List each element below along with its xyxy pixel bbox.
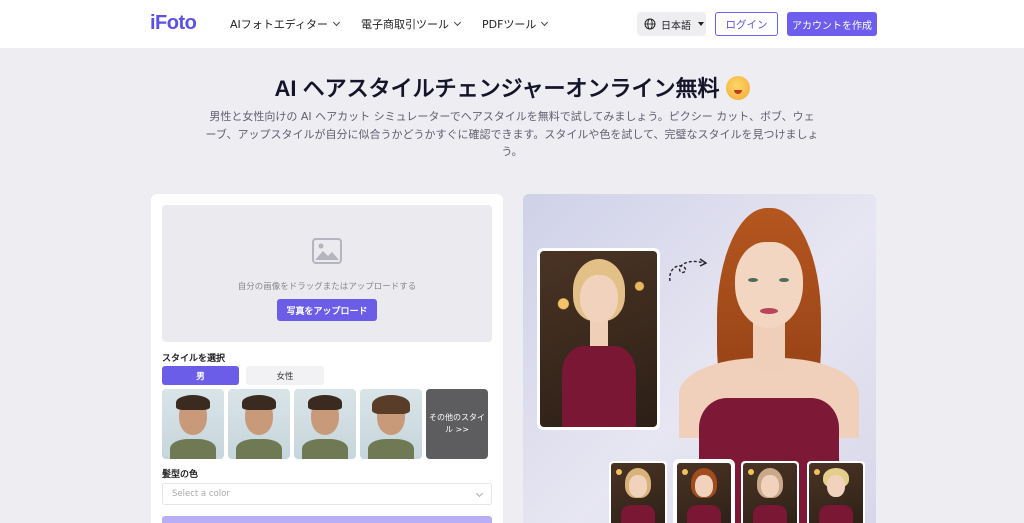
thumb-body [368,439,414,459]
language-label: 日本語 [661,20,691,32]
photo-face [580,275,618,323]
page-title: AI ヘアスタイルチェンジャーオンライン無料 [0,71,1024,103]
nav-ecommerce-tools[interactable]: 電子商取引ツール [361,16,462,32]
result-thumbnail[interactable] [609,461,667,523]
before-photo-image [540,251,657,427]
photo-face [761,475,779,497]
more-styles-button[interactable]: その他のスタイル >> [426,389,488,459]
color-select-placeholder: Select a color [172,489,230,499]
photo-face [735,242,803,328]
bokeh-light [748,469,754,475]
upload-photo-button[interactable]: 写真をアップロード [277,299,377,321]
globe-icon [644,18,656,30]
page-title-text: AI ヘアスタイルチェンジャーオンライン無料 [274,76,720,101]
photo-dress [687,505,721,523]
photo-face [827,475,845,497]
hairstyle-option[interactable] [228,389,290,459]
nav-item-label: AIフォトエディター [230,18,328,31]
photo-face [629,475,647,497]
tab-male[interactable]: 男 [162,366,239,385]
nav-ai-photo-editor[interactable]: AIフォトエディター [230,16,341,32]
nav-item-label: 電子商取引ツール [361,18,449,31]
bokeh-light [814,469,820,475]
photo-lips [760,308,778,314]
thumb-body [302,439,348,459]
editor-card: 自分の画像をドラッグまたはアップロードする 写真をアップロード スタイルを選択 … [151,194,503,523]
thumb-hair [176,395,210,410]
before-photo [537,248,660,430]
thumb-hair [308,395,342,410]
chevron-down-icon [453,18,462,27]
hair-color-label: 髪型の色 [162,470,199,480]
nav-pdf-tools[interactable]: PDFツール [482,16,549,32]
chevron-down-icon [332,18,341,27]
photo-face [695,475,713,497]
nav-item-label: PDFツール [482,18,537,31]
create-account-button[interactable]: アカウントを作成 [787,12,877,36]
photo-dress [819,505,853,523]
result-image [611,463,665,523]
photo-eye [779,278,789,282]
top-header: iFoto AIフォトエディター 電子商取引ツール PDFツール 日本語 ログイ… [0,0,1024,48]
result-image [677,463,731,523]
result-thumbnail-selected[interactable] [673,459,735,523]
language-selector[interactable]: 日本語 [637,12,706,36]
photo-dress [753,505,787,523]
image-icon [312,238,342,264]
thumb-hair [372,395,410,414]
chevron-down-icon [541,18,549,27]
upload-dropzone[interactable]: 自分の画像をドラッグまたはアップロードする 写真をアップロード [162,205,492,342]
hair-color-select[interactable]: Select a color [162,483,492,505]
hairstyle-option[interactable] [162,389,224,459]
generate-button[interactable] [162,516,492,523]
bokeh-light [682,469,688,475]
photo-dress [621,505,655,523]
result-thumbnail[interactable] [807,461,865,523]
login-button[interactable]: ログイン [715,12,778,36]
thumb-hair [242,395,276,410]
party-face-emoji-icon [725,76,750,100]
photo-dress [562,346,636,427]
hairstyle-option[interactable] [294,389,356,459]
result-thumbnail[interactable] [741,461,799,523]
hairstyle-option[interactable] [360,389,422,459]
result-image [743,463,797,523]
tab-female[interactable]: 女性 [246,366,324,385]
example-preview [523,194,876,523]
bokeh-light [616,469,622,475]
ifoto-logo[interactable]: iFoto [150,12,197,35]
chevron-down-icon [475,489,484,498]
main-nav: AIフォトエディター 電子商取引ツール PDFツール [230,0,549,48]
thumb-body [170,439,216,459]
caret-down-icon [698,22,704,26]
result-thumbnails [609,459,865,523]
hairstyle-grid: その他のスタイル >> [162,389,488,459]
page-subtitle: 男性と女性向けの AI ヘアカット シミュレーターでヘアスタイルを無料で試してみ… [205,110,819,158]
thumb-body [236,439,282,459]
style-section-label: スタイルを選択 [162,354,226,364]
result-image [809,463,863,523]
upload-hint: 自分の画像をドラッグまたはアップロードする [237,282,417,292]
photo-eye [748,278,758,282]
